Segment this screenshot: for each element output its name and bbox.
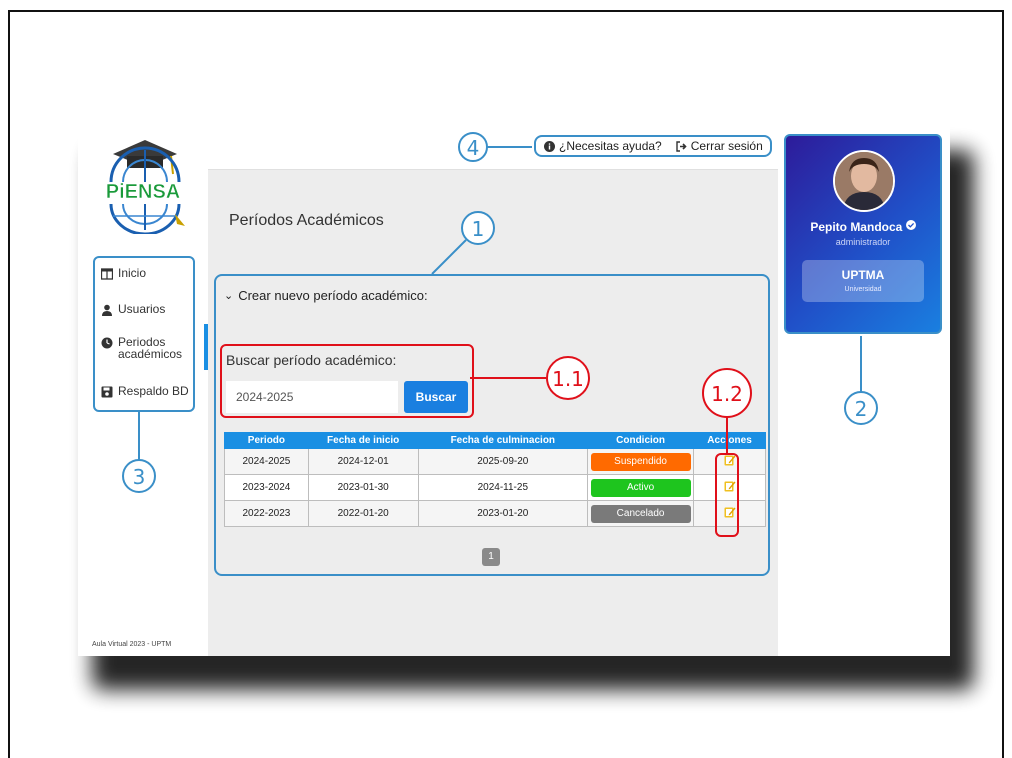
periods-table: Periodo Fecha de inicio Fecha de culmina… bbox=[224, 432, 766, 527]
save-icon bbox=[101, 386, 113, 398]
chevron-down-icon: ⌄ bbox=[224, 290, 234, 302]
table-row: 2022-2023 2022-01-20 2023-01-20 Cancelado bbox=[224, 500, 766, 527]
university-name: UPTMA bbox=[841, 268, 885, 282]
help-logout-bar: ¿Necesitas ayuda? Cerrar sesión bbox=[534, 135, 772, 157]
period-cell: 2024-2025 bbox=[224, 448, 309, 475]
edit-icon[interactable] bbox=[724, 506, 736, 518]
search-label: Buscar período académico: bbox=[226, 352, 397, 368]
column-header: Acciones bbox=[693, 432, 766, 449]
sidebar-item-inicio[interactable]: Inicio bbox=[101, 267, 146, 280]
column-header: Periodo bbox=[224, 432, 309, 449]
actions-cell bbox=[693, 474, 766, 501]
profile-role: administrador bbox=[835, 237, 891, 247]
column-header: Fecha de inicio bbox=[307, 432, 419, 449]
periods-panel: ⌄ Crear nuevo período académico: Buscar … bbox=[214, 274, 770, 576]
footer-text: Aula Virtual 2023 - UPTM bbox=[92, 641, 172, 648]
help-link[interactable]: ¿Necesitas ayuda? bbox=[559, 139, 662, 153]
table-header-row: Periodo Fecha de inicio Fecha de culmina… bbox=[224, 432, 766, 449]
sidebar-item-label: Inicio bbox=[118, 266, 147, 280]
avatar bbox=[833, 150, 895, 212]
piensa-logo: PiENSA bbox=[93, 134, 193, 236]
profile-card: Pepito Mandoca administrador UPTMA Unive… bbox=[784, 134, 942, 334]
start-date-cell: 2023-01-30 bbox=[307, 474, 419, 501]
sidebar-item-label: Periodos académicos bbox=[118, 336, 182, 360]
edit-icon[interactable] bbox=[724, 454, 736, 466]
start-date-cell: 2024-12-01 bbox=[307, 448, 419, 475]
main-content: ¿Necesitas ayuda? Cerrar sesión Períodos… bbox=[208, 124, 778, 656]
logout-icon bbox=[676, 140, 687, 152]
university-box: UPTMA Universidad bbox=[802, 260, 924, 302]
end-date-cell: 2024-11-25 bbox=[417, 474, 589, 501]
end-date-cell: 2025-09-20 bbox=[417, 448, 589, 475]
logout-link[interactable]: Cerrar sesión bbox=[691, 139, 763, 153]
sidebar-item-respaldo[interactable]: Respaldo BD bbox=[101, 385, 189, 398]
profile-name-text: Pepito Mandoca bbox=[810, 220, 903, 234]
topbar: ¿Necesitas ayuda? Cerrar sesión bbox=[208, 124, 778, 170]
sidebar-item-periodos[interactable]: Periodos académicos bbox=[101, 336, 182, 360]
user-icon bbox=[102, 304, 112, 316]
app-screenshot: PiENSA Inicio Usuarios Periodos académic… bbox=[78, 124, 950, 656]
status-cell: Activo bbox=[587, 474, 695, 501]
sidebar: PiENSA Inicio Usuarios Periodos académic… bbox=[78, 124, 208, 656]
sidebar-item-usuarios[interactable]: Usuarios bbox=[101, 303, 165, 316]
search-button[interactable]: Buscar bbox=[404, 381, 468, 413]
create-period-toggle[interactable]: ⌄ Crear nuevo período académico: bbox=[224, 288, 428, 303]
status-badge: Suspendido bbox=[590, 452, 691, 471]
columns-icon bbox=[101, 268, 113, 280]
search-section: Buscar período académico: Buscar bbox=[220, 344, 474, 418]
end-date-cell: 2023-01-20 bbox=[417, 500, 589, 527]
status-cell: Cancelado bbox=[587, 500, 695, 527]
create-period-label: Crear nuevo período académico: bbox=[238, 288, 428, 303]
column-header: Fecha de culminacion bbox=[417, 432, 589, 449]
start-date-cell: 2022-01-20 bbox=[307, 500, 419, 527]
status-cell: Suspendido bbox=[587, 448, 695, 475]
info-icon bbox=[544, 140, 555, 152]
status-badge: Cancelado bbox=[590, 504, 691, 523]
verified-icon bbox=[905, 220, 916, 230]
page-button[interactable]: 1 bbox=[482, 548, 500, 566]
actions-cell bbox=[693, 448, 766, 475]
edit-icon[interactable] bbox=[724, 480, 736, 492]
table-row: 2023-2024 2023-01-30 2024-11-25 Activo bbox=[224, 474, 766, 501]
profile-sidebar: Pepito Mandoca administrador UPTMA Unive… bbox=[778, 124, 950, 656]
table-row: 2024-2025 2024-12-01 2025-09-20 Suspendido bbox=[224, 448, 766, 475]
column-header: Condicion bbox=[587, 432, 695, 449]
period-cell: 2023-2024 bbox=[224, 474, 309, 501]
svg-text:PiENSA: PiENSA bbox=[106, 181, 180, 203]
actions-cell bbox=[693, 500, 766, 527]
page-title: Períodos Académicos bbox=[229, 212, 384, 229]
university-subtitle: Universidad bbox=[844, 286, 882, 293]
sidebar-menu: Inicio Usuarios Periodos académicos Resp… bbox=[93, 256, 195, 412]
sidebar-item-label: Respaldo BD bbox=[118, 384, 189, 398]
clock-icon bbox=[101, 337, 113, 349]
status-badge: Activo bbox=[590, 478, 691, 497]
search-input[interactable] bbox=[226, 381, 398, 413]
sidebar-item-label-line2: académicos bbox=[118, 347, 183, 361]
period-cell: 2022-2023 bbox=[224, 500, 309, 527]
profile-name: Pepito Mandoca bbox=[786, 220, 940, 234]
sidebar-item-label: Usuarios bbox=[118, 302, 166, 316]
